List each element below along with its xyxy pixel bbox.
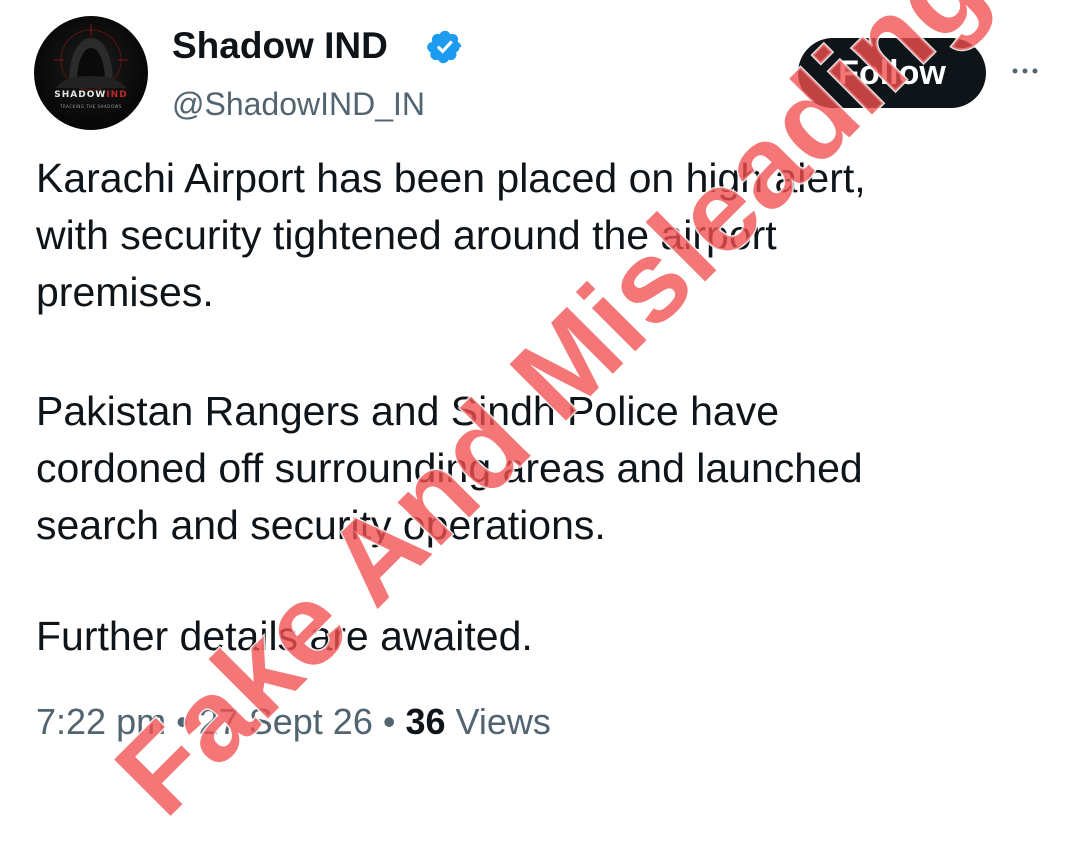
tweet-card: SHADOWIND TRACKING THE SHADOWS Shadow IN… xyxy=(0,0,1080,841)
more-options-icon[interactable] xyxy=(1010,56,1040,86)
verified-badge-icon xyxy=(427,30,462,64)
author-handle[interactable]: @ShadowIND_IN xyxy=(172,84,425,124)
tweet-paragraph: Further details are awaited. xyxy=(36,613,533,659)
display-name[interactable]: Shadow IND xyxy=(172,24,388,68)
follow-button[interactable]: Follow xyxy=(798,38,986,108)
timestamp-date[interactable]: 27 Sept 26 xyxy=(199,701,373,742)
avatar-tagline: TRACKING THE SHADOWS xyxy=(60,104,122,109)
tweet-paragraph: Pakistan Rangers and Sindh Police have co… xyxy=(36,388,863,548)
meta-separator: • xyxy=(372,701,406,742)
avatar-wordmark: SHADOWIND xyxy=(54,90,128,100)
tweet-meta: 7:22 pm • 27 Sept 26 • 36 Views xyxy=(36,698,551,746)
tweet-paragraph: Karachi Airport has been placed on high … xyxy=(36,155,866,315)
timestamp-time[interactable]: 7:22 pm xyxy=(36,701,166,742)
hooded-figure-logo xyxy=(54,24,128,91)
meta-separator: • xyxy=(166,701,199,742)
avatar[interactable]: SHADOWIND TRACKING THE SHADOWS xyxy=(34,16,148,130)
views-count: 36 xyxy=(405,701,446,742)
views-label: Views xyxy=(445,701,551,742)
